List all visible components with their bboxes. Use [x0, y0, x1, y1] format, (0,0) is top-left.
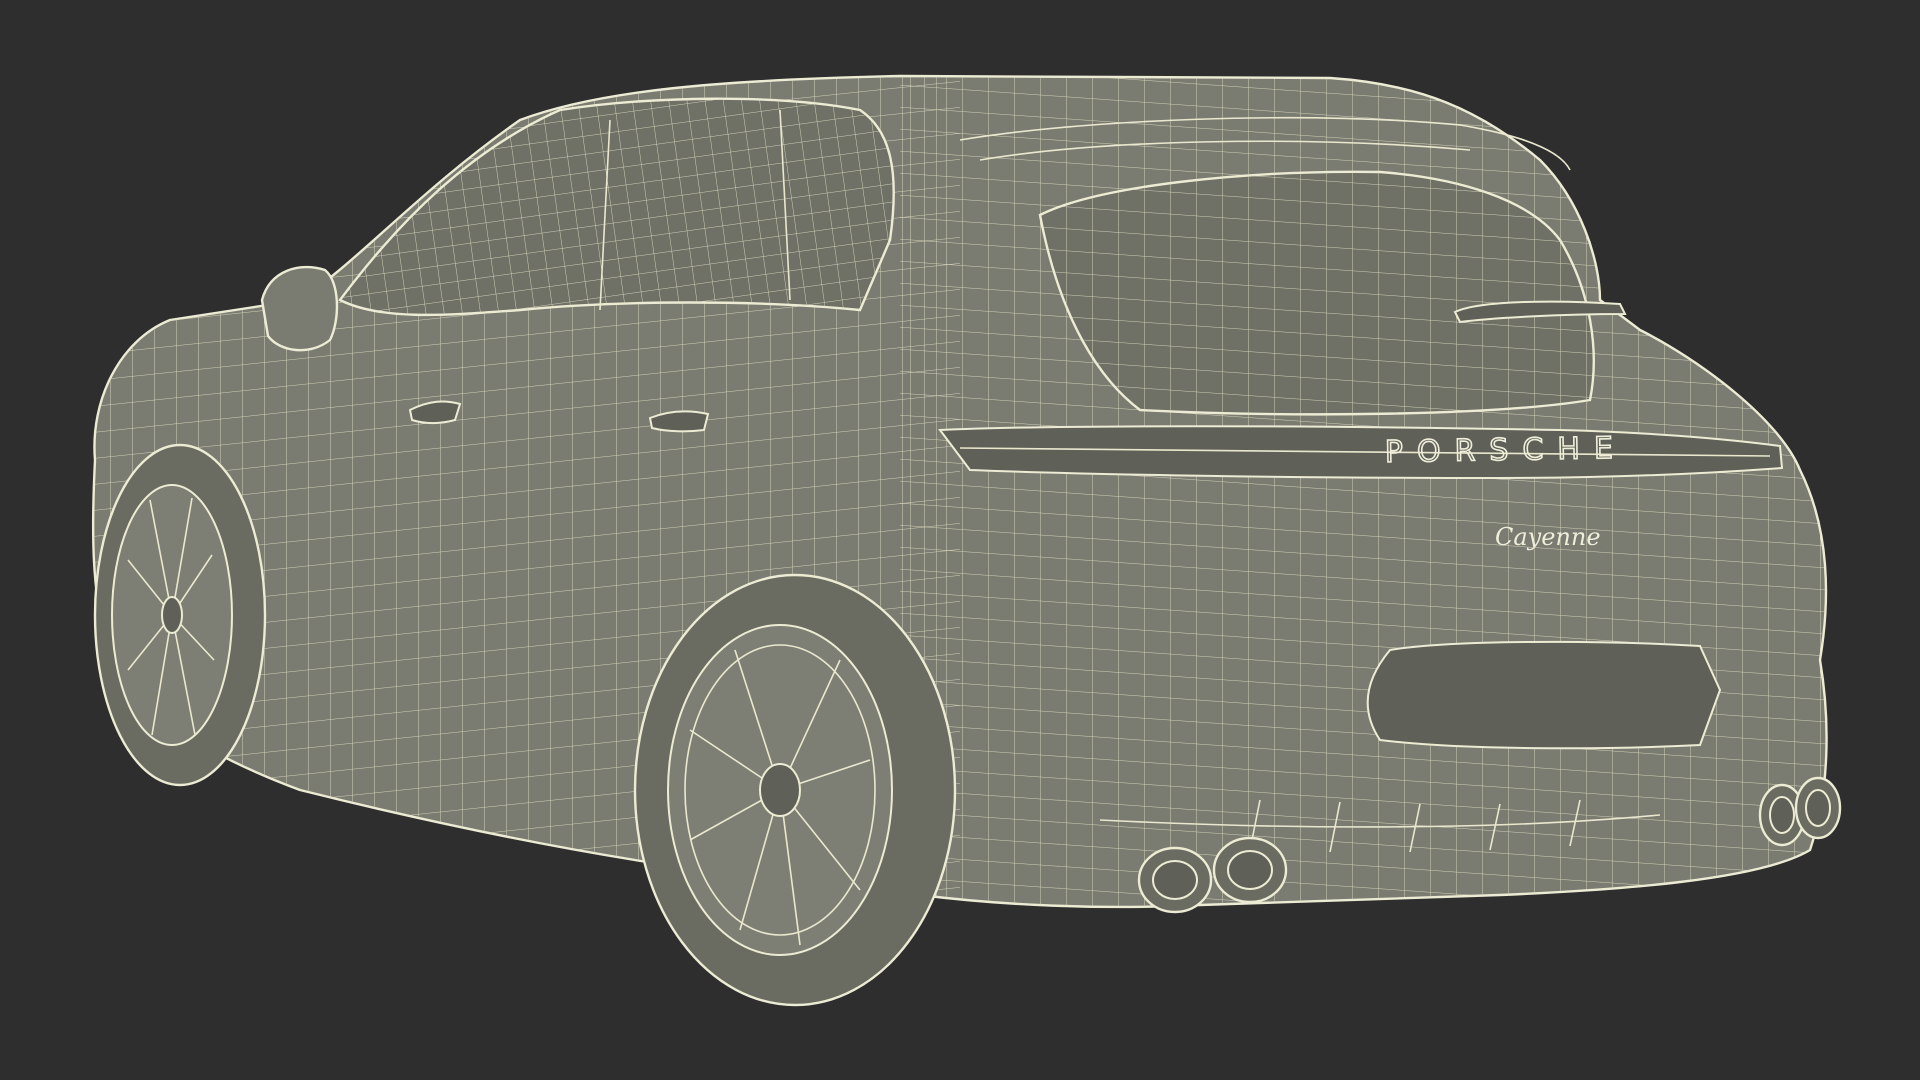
car-body	[91, 74, 1828, 909]
render-viewport: PORSCHE Cayenne	[0, 0, 1920, 1080]
model-badge: Cayenne	[1495, 523, 1601, 551]
rear-wheel	[633, 573, 957, 1007]
front-wheel	[93, 443, 267, 787]
car-wireframe-render: PORSCHE Cayenne	[91, 74, 1842, 1007]
brand-badge: PORSCHE	[1385, 431, 1628, 470]
